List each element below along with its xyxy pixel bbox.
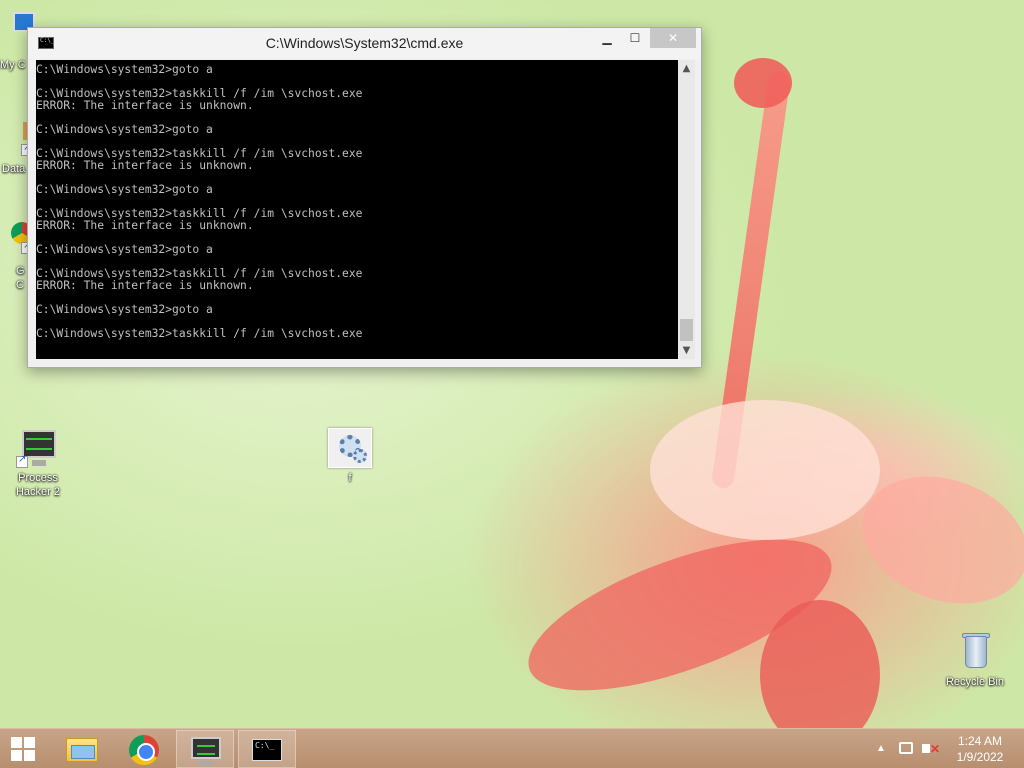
desktop-icon-recycle-bin[interactable]: Recycle Bin xyxy=(940,632,1010,689)
desktop-icon-label: G C xyxy=(16,265,25,291)
minimize-button[interactable]: ▁ xyxy=(594,28,620,48)
vertical-scrollbar[interactable]: ▲ ▼ xyxy=(678,60,695,359)
network-icon[interactable] xyxy=(897,729,915,768)
console-line: ERROR: The interface is unknown. xyxy=(36,279,254,292)
cmd-icon: C:\_ xyxy=(252,739,282,761)
process-hacker-icon xyxy=(191,737,221,759)
chrome-icon xyxy=(129,735,159,765)
console-line: C:\Windows\system32>goto a xyxy=(36,63,213,76)
desktop-icon-label: My C xyxy=(0,59,26,71)
recycle-bin-icon xyxy=(953,632,997,672)
taskbar-chrome[interactable] xyxy=(114,730,172,768)
desktop-icon-process-hacker[interactable]: Process Hacker 2 xyxy=(3,428,73,499)
console-line: C:\Windows\system32>goto a xyxy=(36,183,213,196)
desktop-icon-label: Recycle Bin xyxy=(945,676,1005,688)
wallpaper-petal xyxy=(650,400,880,540)
console-line: C:\Windows\system32>goto a xyxy=(36,303,213,316)
scroll-up-arrow-icon[interactable]: ▲ xyxy=(678,60,695,77)
maximize-button[interactable]: ☐ xyxy=(622,28,648,48)
monitor-stand xyxy=(199,761,213,765)
console-line: C:\Windows\system32>goto a xyxy=(36,123,213,136)
console-output[interactable]: C:\Windows\system32>goto a C:\Windows\sys… xyxy=(36,60,678,359)
desktop-icon-label: Process Hacker 2 xyxy=(15,472,61,498)
volume-muted-icon[interactable]: ✕ xyxy=(920,729,940,768)
windows-logo-tile xyxy=(24,750,35,761)
taskbar-file-explorer[interactable] xyxy=(52,730,110,768)
close-button[interactable]: ✕ xyxy=(650,28,696,48)
desktop-icon-label: Data xyxy=(2,163,26,175)
console-text: C:\Windows\system32>goto a C:\Windows\sys… xyxy=(36,64,678,340)
clock-date: 1/9/2022 xyxy=(956,750,1004,764)
taskbar-process-hacker[interactable] xyxy=(176,730,234,768)
wallpaper-stamen xyxy=(734,58,792,108)
show-hidden-icons-chevron-icon[interactable]: ▲ xyxy=(874,729,888,768)
folder-icon xyxy=(66,738,98,762)
clock-time: 1:24 AM xyxy=(957,734,1003,748)
console-line: ERROR: The interface is unknown. xyxy=(36,159,254,172)
console-line: C:\Windows\system32>goto a xyxy=(36,243,213,256)
desktop-icon-f[interactable]: f xyxy=(315,428,385,485)
clock[interactable]: 1:24 AM 1/9/2022 xyxy=(944,729,1016,768)
cmd-window[interactable]: C:\_ C:\Windows\System32\cmd.exe ▁ ☐ ✕ C… xyxy=(27,27,702,368)
desktop-icon-label: f xyxy=(348,472,352,484)
scroll-thumb[interactable] xyxy=(680,319,693,341)
console-line: C:\Windows\system32>taskkill /f /im \svc… xyxy=(36,327,363,340)
title-bar[interactable]: C:\_ C:\Windows\System32\cmd.exe ▁ ☐ ✕ xyxy=(28,28,701,59)
scroll-down-arrow-icon[interactable]: ▼ xyxy=(678,342,695,359)
windows-logo-tile xyxy=(11,750,22,761)
console-line: ERROR: The interface is unknown. xyxy=(36,99,254,112)
process-hacker-icon xyxy=(16,428,60,468)
start-button[interactable] xyxy=(0,729,48,768)
taskbar-command-prompt[interactable]: C:\_ xyxy=(238,730,296,768)
taskbar: C:\_ ▲ ✕ 1:24 AM 1/9/2022 xyxy=(0,728,1024,768)
windows-logo-tile xyxy=(24,737,35,748)
console-line: ERROR: The interface is unknown. xyxy=(36,219,254,232)
windows-logo-icon xyxy=(11,737,22,748)
gear-batch-icon xyxy=(328,428,372,468)
